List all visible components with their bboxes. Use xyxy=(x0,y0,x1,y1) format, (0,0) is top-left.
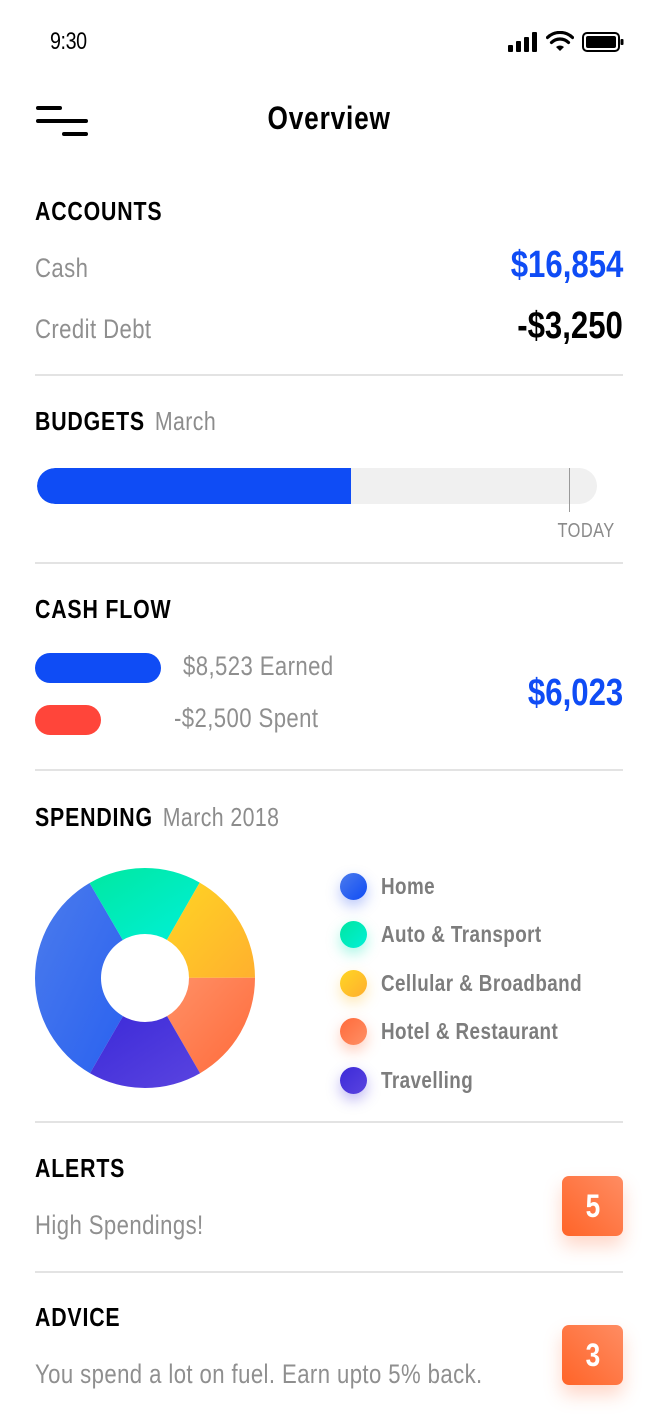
spending-donut-chart xyxy=(35,868,255,1088)
advice-title: ADVICE xyxy=(35,1302,121,1332)
budgets-title: BUDGETS March xyxy=(35,406,217,436)
spent-bar xyxy=(35,705,101,735)
advice-message: You spend a lot on fuel. Earn upto 5% ba… xyxy=(35,1359,483,1389)
cash-label: Cash xyxy=(35,253,89,283)
today-label: TODAY xyxy=(557,520,615,542)
signal-icon xyxy=(508,32,537,52)
divider xyxy=(35,769,623,771)
alerts-title: ALERTS xyxy=(35,1153,126,1183)
legend-dot-travel-icon xyxy=(340,1066,367,1094)
credit-debt-label: Credit Debt xyxy=(35,314,152,344)
today-marker xyxy=(569,468,570,512)
advice-count-badge[interactable]: 3 xyxy=(562,1325,623,1385)
status-icons xyxy=(508,31,624,53)
divider xyxy=(35,374,623,376)
spent-label: -$2,500 Spent xyxy=(174,703,319,733)
page-title: Overview xyxy=(267,100,391,136)
net-cash-flow: $6,023 xyxy=(527,672,623,714)
legend-item-cellular-broadband[interactable]: Cellular & Broadband xyxy=(340,959,626,1008)
alerts-message: High Spendings! xyxy=(35,1210,204,1240)
status-time: 9:30 xyxy=(50,28,87,55)
legend-dot-cellular-icon xyxy=(340,969,367,997)
legend-item-home[interactable]: Home xyxy=(340,862,626,911)
cash-value: $16,854 xyxy=(510,244,623,286)
earned-bar xyxy=(35,653,161,683)
spending-legend: Home Auto & Transport Cellular & Broadba… xyxy=(340,862,626,1105)
earned-label: $8,523 Earned xyxy=(183,651,334,681)
budgets-period: March xyxy=(154,406,217,436)
divider xyxy=(35,562,623,564)
divider xyxy=(35,1121,623,1123)
credit-debt-value: -$3,250 xyxy=(517,305,623,347)
legend-item-auto-transport[interactable]: Auto & Transport xyxy=(340,911,626,960)
wifi-icon xyxy=(546,31,574,51)
legend-dot-hotel-icon xyxy=(340,1018,367,1046)
cash-flow-title: CASH FLOW xyxy=(35,594,172,624)
accounts-title: ACCOUNTS xyxy=(35,196,163,226)
battery-icon xyxy=(582,32,624,52)
spending-title: SPENDING March 2018 xyxy=(35,802,280,832)
legend-dot-auto-icon xyxy=(340,921,367,949)
divider xyxy=(35,1271,623,1273)
legend-item-hotel-restaurant[interactable]: Hotel & Restaurant xyxy=(340,1008,626,1057)
legend-item-travelling[interactable]: Travelling xyxy=(340,1056,626,1105)
budget-progress-fill xyxy=(37,468,351,504)
legend-dot-home-icon xyxy=(340,872,367,900)
alerts-count-badge[interactable]: 5 xyxy=(562,1176,623,1236)
spending-period: March 2018 xyxy=(162,802,280,832)
budget-progress-bar xyxy=(37,468,597,504)
